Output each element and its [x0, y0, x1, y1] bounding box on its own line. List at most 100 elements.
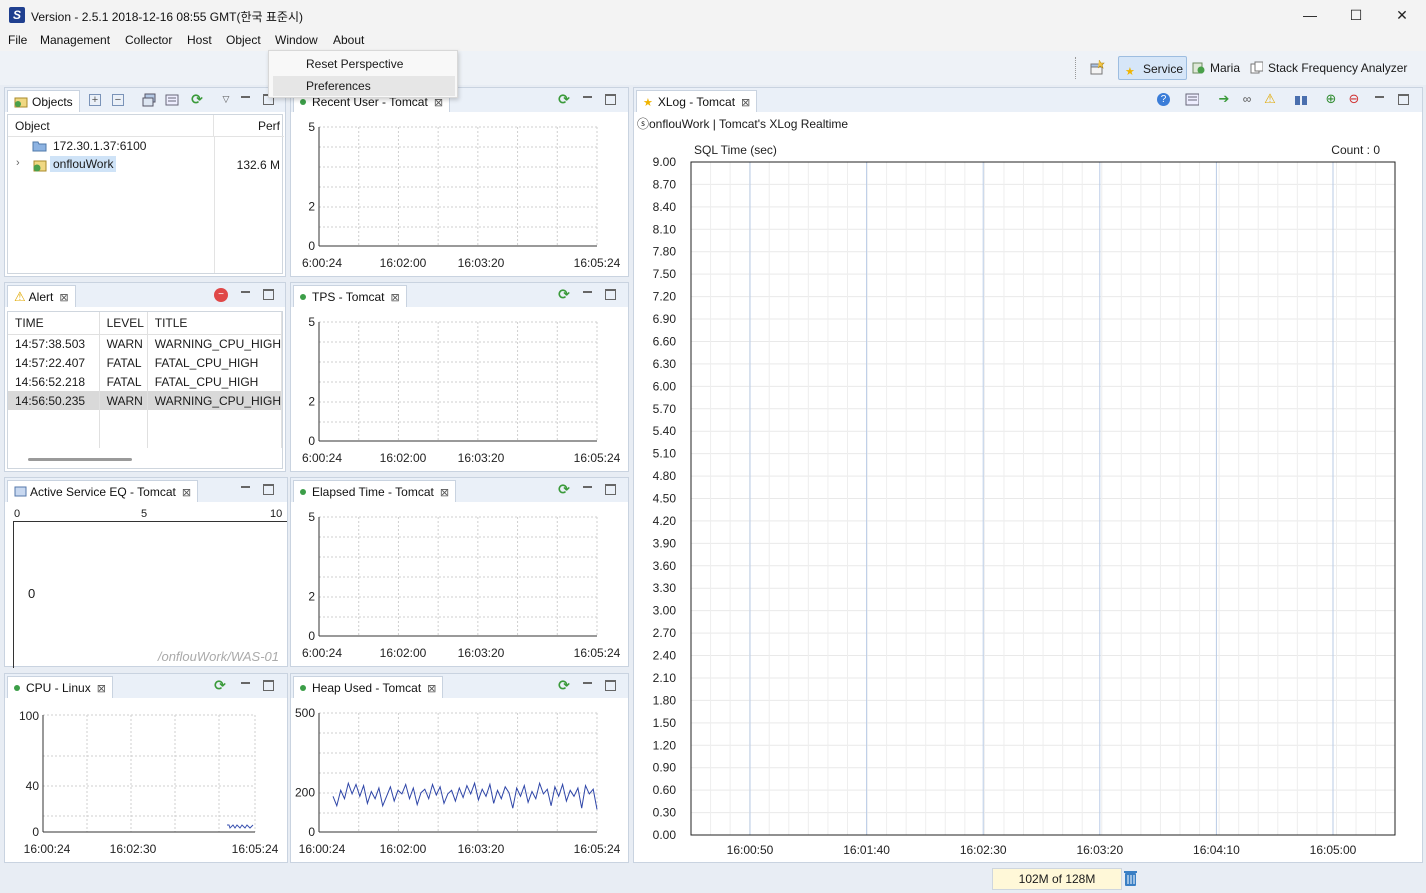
filter-object-icon[interactable]	[165, 93, 179, 107]
minimize-button[interactable]: —	[1287, 0, 1333, 31]
tab-alert[interactable]: ⚠ Alert ⊠	[7, 285, 76, 307]
table-row[interactable]: 14:57:38.503 WARN WARNING_CPU_HIGH	[8, 334, 282, 353]
minimize-recent-user-icon[interactable]	[580, 92, 594, 106]
alert-title: FATAL_CPU_HIGH	[147, 372, 282, 391]
view-menu-icon[interactable]: ▽	[219, 92, 233, 106]
tab-xlog[interactable]: ★ XLog - Tomcat ⊠	[636, 90, 758, 114]
maximize-heap-icon[interactable]	[603, 678, 617, 692]
column-time[interactable]: TIME	[8, 312, 100, 335]
menu-window[interactable]: Window	[275, 33, 318, 47]
menu-file[interactable]: File	[8, 33, 27, 47]
close-heap-icon[interactable]: ⊠	[427, 678, 436, 700]
objects-tree: Object Perf 172.30.1.37:6100 › onflouWor…	[7, 114, 284, 274]
filter-icon[interactable]	[1185, 93, 1199, 107]
minimize-active-service-icon[interactable]	[238, 482, 252, 496]
table-row[interactable]: 14:57:22.407 FATAL FATAL_CPU_HIGH	[8, 353, 282, 372]
xlog-ytick: 6.30	[653, 357, 677, 371]
menu-about[interactable]: About	[333, 33, 364, 47]
maximize-recent-user-icon[interactable]	[603, 92, 617, 106]
tree-row-server[interactable]: 172.30.1.37:6100	[8, 137, 284, 156]
minimize-alert-icon[interactable]	[238, 287, 252, 301]
close-cpu-icon[interactable]: ⊠	[97, 678, 106, 700]
stack-icon	[1250, 61, 1263, 74]
elapsed-chart: 5 2 0 6:00:24 16:02:00 16:03:20 16:05:24	[302, 510, 621, 660]
close-xlog-icon[interactable]: ⊠	[741, 92, 750, 114]
expand-all-icon[interactable]: +	[89, 94, 101, 106]
maximize-cpu-icon[interactable]	[261, 678, 275, 692]
close-elapsed-icon[interactable]: ⊠	[440, 482, 449, 504]
minimize-xlog-icon[interactable]	[1372, 92, 1386, 106]
alert-time: 14:56:50.235	[8, 391, 100, 410]
clear-alerts-icon[interactable]: −	[214, 288, 228, 302]
minimize-tps-icon[interactable]	[580, 287, 594, 301]
maximize-xlog-icon[interactable]	[1396, 92, 1410, 106]
collapse-all-icon[interactable]: −	[112, 94, 124, 106]
minimize-objects-icon[interactable]	[238, 92, 252, 106]
chevron-right-icon[interactable]: ›	[16, 157, 20, 169]
maximize-tps-icon[interactable]	[603, 287, 617, 301]
tab-elapsed[interactable]: Elapsed Time - Tomcat ⊠	[293, 480, 457, 504]
close-active-service-icon[interactable]: ⊠	[182, 482, 191, 504]
minimize-elapsed-icon[interactable]	[580, 482, 594, 496]
refresh-elapsed-icon[interactable]: ⟳	[557, 482, 571, 496]
xlog-panel: ★ XLog - Tomcat ⊠ ? ➔ ∞ ⚠ ⊕ ⊖ ⓢonflouWork …	[633, 87, 1423, 863]
refresh-objects-icon[interactable]: ⟳	[190, 92, 204, 106]
warning-icon[interactable]: ⚠	[1263, 92, 1277, 106]
close-tps-icon[interactable]: ⊠	[390, 287, 399, 309]
maximize-elapsed-icon[interactable]	[603, 482, 617, 496]
heap-header: Heap Used - Tomcat ⊠ ⟳	[291, 674, 628, 698]
xlog-count: Count : 0	[1331, 143, 1380, 157]
objects-panel-header: Objects + − ⟳ ▽	[5, 88, 285, 112]
zoom-in-icon[interactable]: ⊕	[1324, 92, 1338, 106]
close-button[interactable]: ✕	[1379, 0, 1425, 31]
zoom-out-icon[interactable]: ⊖	[1347, 92, 1361, 106]
column-perf[interactable]: Perf	[214, 115, 284, 137]
maximize-alert-icon[interactable]	[261, 287, 275, 301]
menu-preferences[interactable]: Preferences	[273, 76, 455, 96]
tab-heap[interactable]: Heap Used - Tomcat ⊠	[293, 676, 444, 700]
object-perf-value: 132.6 M	[236, 158, 280, 172]
close-alert-tab-icon[interactable]: ⊠	[59, 287, 68, 309]
horizontal-scrollbar[interactable]	[28, 458, 132, 461]
column-title[interactable]: TITLE	[147, 312, 282, 335]
xlog-chart[interactable]: SQL Time (sec) Count : 0 9.00 8.70 8.40 8.1…	[634, 132, 1422, 862]
menu-host[interactable]: Host	[187, 33, 212, 47]
load-icon[interactable]: ➔	[1217, 92, 1231, 106]
elapsed-xtick: 16:05:24	[574, 646, 621, 660]
open-perspective-icon[interactable]	[1089, 60, 1105, 76]
column-object[interactable]: Object	[8, 115, 214, 137]
refresh-heap-icon[interactable]: ⟳	[557, 678, 571, 692]
tab-objects[interactable]: Objects	[7, 90, 80, 112]
alert-time: 14:57:22.407	[8, 353, 100, 372]
table-row-selected[interactable]: 14:56:50.235 WARN WARNING_CPU_HIGH	[8, 391, 282, 410]
server-list-icon[interactable]	[142, 93, 156, 107]
maximize-button[interactable]: ☐	[1333, 0, 1379, 31]
column-level[interactable]: LEVEL	[99, 312, 148, 335]
perspective-stack-frequency[interactable]: Stack Frequency Analyzer	[1250, 56, 1420, 80]
tab-active-service[interactable]: Active Service EQ - Tomcat ⊠	[7, 480, 199, 504]
table-row[interactable]: 14:56:52.218 FATAL FATAL_CPU_HIGH	[8, 372, 282, 391]
tab-alert-label: Alert	[28, 290, 54, 304]
menu-collector[interactable]: Collector	[125, 33, 172, 47]
maximize-active-service-icon[interactable]	[261, 482, 275, 496]
refresh-recent-user-icon[interactable]: ⟳	[557, 92, 571, 106]
refresh-tps-icon[interactable]: ⟳	[557, 287, 571, 301]
xlog-xtick: 16:00:50	[727, 843, 774, 857]
menu-management[interactable]: Management	[40, 33, 110, 47]
binoculars-icon[interactable]	[1293, 93, 1307, 107]
tab-cpu[interactable]: CPU - Linux ⊠	[7, 676, 113, 698]
alert-time: 14:56:52.218	[8, 372, 100, 391]
recent_user-ytick: 0	[308, 239, 315, 253]
minimize-cpu-icon[interactable]	[238, 678, 252, 692]
link-icon[interactable]: ∞	[1240, 92, 1254, 106]
menu-reset-perspective[interactable]: Reset Perspective	[273, 54, 455, 74]
perspective-maria[interactable]: Maria	[1192, 56, 1244, 80]
minimize-heap-icon[interactable]	[580, 678, 594, 692]
perspective-service[interactable]: ★ Service	[1118, 56, 1187, 80]
refresh-cpu-icon[interactable]: ⟳	[213, 678, 227, 692]
help-icon[interactable]: ?	[1157, 93, 1170, 106]
menu-object[interactable]: Object	[226, 33, 261, 47]
garbage-collect-icon[interactable]	[1123, 869, 1138, 887]
tree-row-onflouwork[interactable]: › onflouWork 132.6 M	[8, 156, 284, 175]
tab-tps[interactable]: TPS - Tomcat ⊠	[293, 285, 407, 307]
